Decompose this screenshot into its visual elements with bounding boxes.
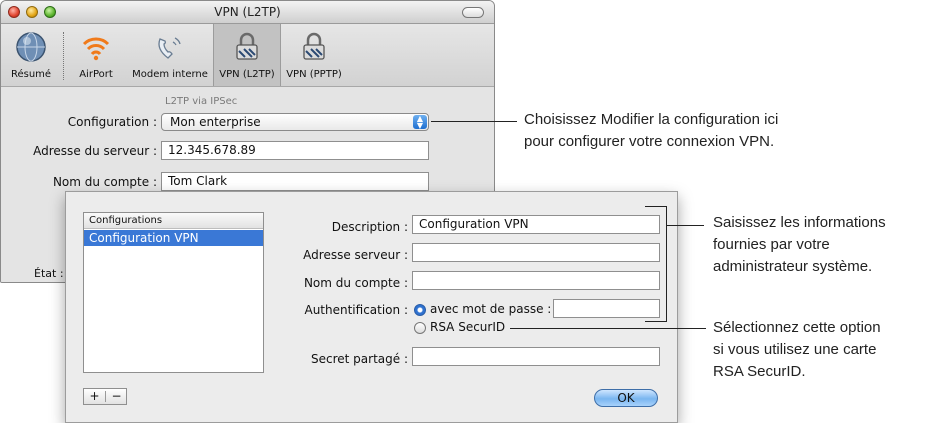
configuration-value: Mon enterprise bbox=[170, 115, 261, 129]
toolbar-modem[interactable]: Modem interne bbox=[127, 24, 213, 86]
bracket-vertical bbox=[666, 206, 667, 322]
toolbar-label: VPN (L2TP) bbox=[219, 69, 275, 80]
toolbar-label: AirPort bbox=[79, 69, 113, 80]
modem-icon bbox=[158, 37, 181, 59]
rsa-securid-radio[interactable] bbox=[414, 322, 426, 334]
account-name-field[interactable] bbox=[412, 271, 660, 290]
callout-text: fournies par votre bbox=[713, 236, 830, 253]
password-field[interactable] bbox=[553, 299, 660, 318]
authentication-label: Authentification : bbox=[304, 303, 408, 317]
toolbar-label: Modem interne bbox=[132, 69, 208, 80]
configuration-label: Configuration : bbox=[67, 115, 157, 129]
airport-icon bbox=[82, 37, 110, 61]
server-address-label: Adresse serveur : bbox=[303, 248, 408, 262]
callout-configuration: Choisissez Modifier la configuration ici… bbox=[524, 109, 778, 153]
popup-arrows-icon: ▲ ▼ bbox=[413, 115, 427, 130]
toolbar-vpn-pptp[interactable]: VPN (PPTP) bbox=[280, 24, 348, 86]
toolbar-toggle-button[interactable] bbox=[462, 7, 484, 18]
callout-leader-line bbox=[431, 121, 517, 122]
window-title: VPN (L2TP) bbox=[214, 5, 281, 19]
ok-button[interactable]: OK bbox=[594, 389, 658, 407]
configurations-list[interactable]: Configurations Configuration VPN bbox=[83, 212, 264, 373]
account-name-label: Nom du compte : bbox=[52, 175, 157, 189]
add-button[interactable]: + bbox=[84, 389, 105, 403]
account-name-label: Nom du compte : bbox=[303, 276, 408, 290]
shared-secret-field[interactable] bbox=[412, 347, 660, 366]
callout-text: Saisissez les informations bbox=[713, 214, 886, 231]
callout-text: Sélectionnez cette option bbox=[713, 319, 881, 336]
password-option-label: avec mot de passe : bbox=[430, 302, 552, 316]
toolbar-separator bbox=[63, 32, 64, 80]
callout-text: si vous utilisez une carte bbox=[713, 341, 877, 358]
server-address-field[interactable]: 12.345.678.89 bbox=[161, 141, 429, 160]
callout-leader-line bbox=[510, 328, 706, 329]
add-remove-control: + − bbox=[83, 388, 127, 405]
description-field[interactable]: Configuration VPN bbox=[412, 215, 660, 234]
toolbar-label: Résumé bbox=[10, 69, 52, 80]
list-item[interactable]: Configuration VPN bbox=[84, 230, 263, 246]
server-address-label: Adresse du serveur : bbox=[33, 144, 157, 158]
callout-text: Choisissez Modifier la configuration ici bbox=[524, 111, 779, 128]
description-label: Description : bbox=[331, 220, 408, 234]
callout-rsa: Sélectionnez cette option si vous utilis… bbox=[713, 317, 881, 383]
callout-fields: Saisissez les informations fournies par … bbox=[713, 212, 886, 278]
lock-icon bbox=[303, 32, 325, 60]
configurations-sheet: Configurations Configuration VPN Descrip… bbox=[65, 191, 678, 423]
remove-button[interactable]: − bbox=[106, 389, 127, 403]
password-radio[interactable] bbox=[414, 304, 426, 316]
toolbar-label: VPN (PPTP) bbox=[286, 69, 342, 80]
lock-icon bbox=[236, 32, 258, 60]
globe-icon bbox=[16, 32, 46, 62]
server-address-field[interactable] bbox=[412, 243, 660, 262]
rsa-securid-label: RSA SecurID bbox=[430, 320, 506, 334]
toolbar: Résumé AirPort Modem interne VPN (L2TP) … bbox=[1, 24, 494, 87]
bracket-top bbox=[645, 206, 667, 207]
callout-text: pour configurer votre connexion VPN. bbox=[524, 133, 775, 150]
vpn-type-label: L2TP via IPSec bbox=[165, 96, 238, 107]
configuration-popup[interactable]: Mon enterprise ▲ ▼ bbox=[161, 113, 429, 131]
toolbar-summary[interactable]: Résumé bbox=[1, 24, 61, 86]
toolbar-airport[interactable]: AirPort bbox=[67, 24, 125, 86]
callout-leader-line bbox=[666, 225, 704, 226]
callout-text: RSA SecurID. bbox=[713, 363, 806, 380]
callout-text: administrateur système. bbox=[713, 258, 873, 275]
title-bar[interactable]: VPN (L2TP) bbox=[1, 1, 494, 24]
list-header: Configurations bbox=[84, 213, 263, 229]
bracket-bottom bbox=[645, 321, 667, 322]
shared-secret-label: Secret partagé : bbox=[311, 352, 408, 366]
account-name-field[interactable]: Tom Clark bbox=[161, 172, 429, 191]
toolbar-vpn-l2tp[interactable]: VPN (L2TP) bbox=[213, 24, 281, 86]
status-label: État : bbox=[34, 267, 64, 280]
